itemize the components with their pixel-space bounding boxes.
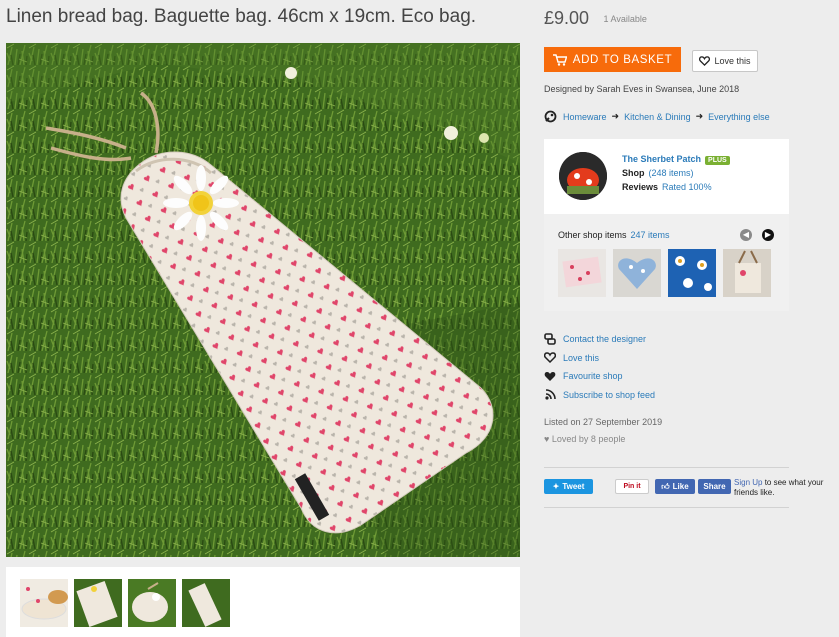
availability: 1 Available: [603, 14, 647, 24]
shop-card: The Sherbet Patch PLUS Shop (248 items) Re…: [544, 139, 789, 311]
shop-item-thumb-4[interactable]: [723, 249, 771, 297]
category-breadcrumb: Homeware ➜ Kitchen & Dining ➜ Everything…: [544, 110, 770, 123]
thumbnail-4[interactable]: [182, 579, 230, 627]
subscribe-feed-label: Subscribe to shop feed: [563, 389, 656, 400]
loved-by-text: Loved by 8 people: [551, 434, 626, 444]
next-arrow-icon[interactable]: ▶: [762, 229, 774, 241]
favourite-shop-link[interactable]: Favourite shop: [544, 367, 655, 386]
plus-badge: PLUS: [705, 156, 730, 165]
tag-icon: [544, 110, 557, 123]
prev-arrow-icon[interactable]: ◀: [740, 229, 752, 241]
thumbnail-1[interactable]: [20, 579, 68, 627]
heart-outline-icon: [544, 352, 556, 364]
facebook-signup-text: Sign Up to see what your friends like.: [734, 478, 839, 498]
tweet-label: Tweet: [562, 482, 585, 491]
contact-designer-label: Contact the designer: [563, 334, 647, 345]
favourite-shop-label: Favourite shop: [563, 371, 623, 382]
loved-by: ♥ Loved by 8 people: [544, 434, 625, 444]
action-links: Contact the designer Love this Favourite…: [544, 330, 655, 404]
main-product-image[interactable]: [6, 43, 520, 557]
shop-items-row: Shop (248 items): [622, 168, 694, 178]
thumbs-up-icon: 👍︎: [661, 481, 670, 491]
designed-by: Designed by Sarah Eves in Swansea, June …: [544, 84, 740, 94]
category-homeware[interactable]: Homeware: [563, 112, 607, 122]
facebook-like-button[interactable]: 👍︎ Like: [655, 479, 695, 494]
small-heart-icon: ♥: [544, 434, 552, 444]
reviews-label: Reviews: [622, 182, 659, 192]
other-items-count-link[interactable]: 247 items: [631, 230, 670, 240]
shop-items-link[interactable]: (248 items): [649, 168, 694, 178]
love-this-link[interactable]: Love this: [544, 349, 655, 368]
thumbnail-2[interactable]: [74, 579, 122, 627]
subscribe-feed-link[interactable]: Subscribe to shop feed: [544, 386, 655, 405]
price: £9.00: [544, 8, 590, 28]
listed-date: Listed on 27 September 2019: [544, 417, 663, 427]
divider: [544, 507, 789, 508]
heart-outline-icon: [699, 56, 711, 66]
facebook-signup-link[interactable]: Sign Up: [734, 478, 762, 487]
pin-it-button[interactable]: Pin it: [615, 479, 649, 494]
shop-avatar[interactable]: [559, 152, 607, 200]
shop-item-thumb-3[interactable]: [668, 249, 716, 297]
other-items-heading: Other shop items 247 items: [558, 230, 670, 240]
tweet-button[interactable]: ✦ Tweet: [544, 479, 593, 494]
love-this-link-label: Love this: [563, 352, 600, 363]
shop-name-row: The Sherbet Patch PLUS: [622, 154, 730, 165]
pin-it-label: Pin it: [623, 483, 641, 490]
arrow-right-icon: ➜: [611, 111, 620, 121]
other-items-label: Other shop items: [558, 230, 627, 240]
basket-icon: [552, 53, 567, 66]
heart-filled-icon: [544, 371, 556, 382]
shop-item-thumb-1[interactable]: [558, 249, 606, 297]
price-row: £9.00 1 Available: [544, 8, 647, 29]
arrow-right-icon: ➜: [695, 111, 704, 121]
product-title: Linen bread bag. Baguette bag. 46cm x 19…: [6, 6, 477, 27]
facebook-share-button[interactable]: Share: [698, 479, 731, 494]
contact-designer-link[interactable]: Contact the designer: [544, 330, 655, 349]
rss-icon: [544, 389, 556, 400]
like-label: Like: [672, 482, 689, 491]
add-to-basket-label: ADD TO BASKET: [572, 53, 673, 66]
shop-label: Shop: [622, 168, 645, 178]
thumbnail-3[interactable]: [128, 579, 176, 627]
shop-name-link[interactable]: The Sherbet Patch: [622, 154, 701, 164]
thumbnail-strip: [6, 567, 520, 637]
shop-reviews-row: Reviews Rated 100%: [622, 182, 712, 192]
chat-icon: [544, 333, 556, 346]
love-this-button[interactable]: Love this: [692, 50, 758, 72]
social-share-bar: ✦ Tweet Pin it 👍︎ Like Share Sign Up to …: [544, 477, 839, 497]
bread-bag-photo: [6, 43, 520, 557]
love-this-label: Love this: [714, 56, 751, 66]
add-to-basket-button[interactable]: ADD TO BASKET: [544, 47, 681, 72]
share-label: Share: [703, 482, 726, 491]
category-kitchen-dining[interactable]: Kitchen & Dining: [624, 112, 691, 122]
category-everything-else[interactable]: Everything else: [708, 112, 770, 122]
divider: [544, 467, 789, 468]
other-shop-items: Other shop items 247 items ◀ ▶: [544, 214, 789, 311]
twitter-bird-icon: ✦: [552, 482, 560, 491]
reviews-link[interactable]: Rated 100%: [662, 182, 712, 192]
shop-item-thumb-2[interactable]: [613, 249, 661, 297]
